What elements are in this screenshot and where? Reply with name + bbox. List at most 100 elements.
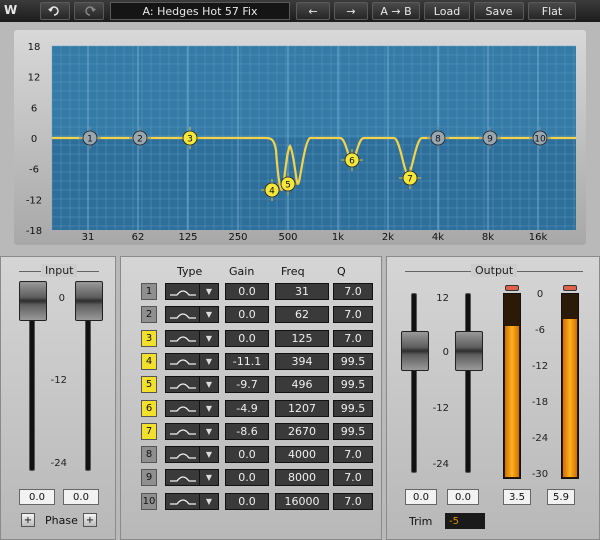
band-q-field[interactable]: 7.0: [333, 306, 373, 324]
input-title: Input: [41, 264, 78, 277]
band-enable-button[interactable]: 6: [141, 399, 157, 417]
x-axis-label: 8k: [482, 232, 494, 243]
input-right-track: [85, 301, 91, 471]
input-left-fader[interactable]: [19, 281, 47, 321]
band-freq-field[interactable]: 2670: [275, 422, 329, 440]
load-button[interactable]: Load: [424, 2, 470, 20]
preset-name-field[interactable]: A: Hedges Hot 57 Fix: [110, 2, 290, 20]
band-q-field[interactable]: 99.5: [333, 376, 373, 394]
input-right-value[interactable]: 0.0: [63, 489, 99, 505]
output-right-fader[interactable]: [455, 331, 483, 371]
x-axis-label: 500: [278, 232, 297, 243]
output-left-value[interactable]: 0.0: [405, 489, 437, 505]
input-right-fader[interactable]: [75, 281, 103, 321]
chevron-down-icon: ▼: [205, 426, 213, 436]
band-freq-field[interactable]: 4000: [275, 446, 329, 464]
band-q-field[interactable]: 99.5: [333, 422, 373, 440]
band-type-select[interactable]: ▼: [165, 376, 219, 394]
clip-indicator-right[interactable]: [563, 285, 577, 291]
band-row: 4 ▼ -11.1 394 99.5: [121, 351, 383, 371]
band-row: 6 ▼ -4.9 1207 99.5: [121, 398, 383, 418]
prev-preset-button[interactable]: ←: [296, 2, 330, 20]
output-left-fader[interactable]: [401, 331, 429, 371]
meter-left-readout[interactable]: 3.5: [503, 489, 531, 505]
x-axis-label: 250: [228, 232, 247, 243]
band-q-field[interactable]: 99.5: [333, 399, 373, 417]
x-axis-label: 62: [132, 232, 145, 243]
band-enable-button[interactable]: 9: [141, 469, 157, 487]
band-type-select[interactable]: ▼: [165, 329, 219, 347]
band-gain-field[interactable]: -8.6: [225, 422, 269, 440]
meter-scale-label: 0: [536, 289, 544, 300]
band-type-select[interactable]: ▼: [165, 446, 219, 464]
band-freq-field[interactable]: 1207: [275, 399, 329, 417]
band-freq-field[interactable]: 8000: [275, 469, 329, 487]
band-enable-button[interactable]: 8: [141, 446, 157, 464]
band-q-field[interactable]: 7.0: [333, 329, 373, 347]
y-axis-label: 18: [28, 42, 41, 53]
band-type-select[interactable]: ▼: [165, 283, 219, 300]
redo-button[interactable]: [74, 2, 104, 20]
trim-value[interactable]: -5: [445, 513, 485, 529]
band-q-field[interactable]: 7.0: [333, 283, 373, 300]
band-type-select[interactable]: ▼: [165, 306, 219, 324]
band-enable-button[interactable]: 2: [141, 306, 157, 324]
bell-curve-icon: [169, 453, 196, 459]
band-freq-field[interactable]: 31: [275, 283, 329, 300]
band-gain-field[interactable]: 0.0: [225, 492, 269, 510]
band-type-select[interactable]: ▼: [165, 492, 219, 510]
band-freq-field[interactable]: 125: [275, 329, 329, 347]
meter-scale-label: -18: [531, 397, 549, 408]
y-axis-label: 12: [28, 73, 41, 84]
band-q-field[interactable]: 7.0: [333, 469, 373, 487]
band-enable-button[interactable]: 5: [141, 376, 157, 394]
band-enable-button[interactable]: 10: [141, 492, 157, 510]
band-q-field[interactable]: 7.0: [333, 492, 373, 510]
band-gain-field[interactable]: 0.0: [225, 469, 269, 487]
band-freq-field[interactable]: 16000: [275, 492, 329, 510]
band-enable-button[interactable]: 4: [141, 352, 157, 370]
band-row: 10 ▼ 0.0 16000 7.0: [121, 491, 383, 511]
next-preset-button[interactable]: →: [334, 2, 368, 20]
band-gain-field[interactable]: 0.0: [225, 283, 269, 300]
band-gain-field[interactable]: 0.0: [225, 329, 269, 347]
x-axis-label: 31: [82, 232, 95, 243]
ab-button[interactable]: A → B: [372, 2, 420, 20]
phase-right-button[interactable]: +: [83, 513, 97, 527]
band-gain-field[interactable]: -11.1: [225, 352, 269, 370]
chevron-down-icon: ▼: [205, 380, 213, 390]
band-freq-field[interactable]: 496: [275, 376, 329, 394]
band-enable-button[interactable]: 3: [141, 329, 157, 347]
band-enable-button[interactable]: 7: [141, 422, 157, 440]
band-gain-field[interactable]: 0.0: [225, 306, 269, 324]
undo-icon: [48, 6, 59, 16]
meter-right-readout[interactable]: 5.9: [547, 489, 575, 505]
save-button[interactable]: Save: [474, 2, 524, 20]
band-type-select[interactable]: ▼: [165, 352, 219, 370]
band-gain-field[interactable]: 0.0: [225, 446, 269, 464]
undo-button[interactable]: [40, 2, 70, 20]
band-type-select[interactable]: ▼: [165, 422, 219, 440]
bands-panel: Type Gain Freq Q 1 ▼ 0.0 31 7.0 2 ▼ 0.0 62 7.0 3 ▼ 0…: [120, 256, 382, 540]
input-left-value[interactable]: 0.0: [19, 489, 55, 505]
meter-scale-label: -24: [531, 433, 549, 444]
output-left-track: [411, 293, 417, 473]
chevron-down-icon: ▼: [205, 310, 213, 320]
band-gain-field[interactable]: -4.9: [225, 399, 269, 417]
input-scale-24: -24: [50, 458, 67, 469]
clip-indicator-left[interactable]: [505, 285, 519, 291]
band-handle-label: 6: [349, 157, 355, 167]
eq-graph[interactable]: 181260-6-12-1831 62 125 250 500 1k 2k 4k 8k 16k1 2…: [14, 30, 586, 245]
flat-button[interactable]: Flat: [528, 2, 576, 20]
bell-curve-icon: [169, 429, 196, 435]
band-type-select[interactable]: ▼: [165, 399, 219, 417]
band-freq-field[interactable]: 394: [275, 352, 329, 370]
band-type-select[interactable]: ▼: [165, 469, 219, 487]
band-q-field[interactable]: 7.0: [333, 446, 373, 464]
band-enable-button[interactable]: 1: [141, 283, 157, 300]
phase-left-button[interactable]: +: [21, 513, 35, 527]
output-right-value[interactable]: 0.0: [447, 489, 479, 505]
band-q-field[interactable]: 99.5: [333, 352, 373, 370]
band-gain-field[interactable]: -9.7: [225, 376, 269, 394]
band-freq-field[interactable]: 62: [275, 306, 329, 324]
